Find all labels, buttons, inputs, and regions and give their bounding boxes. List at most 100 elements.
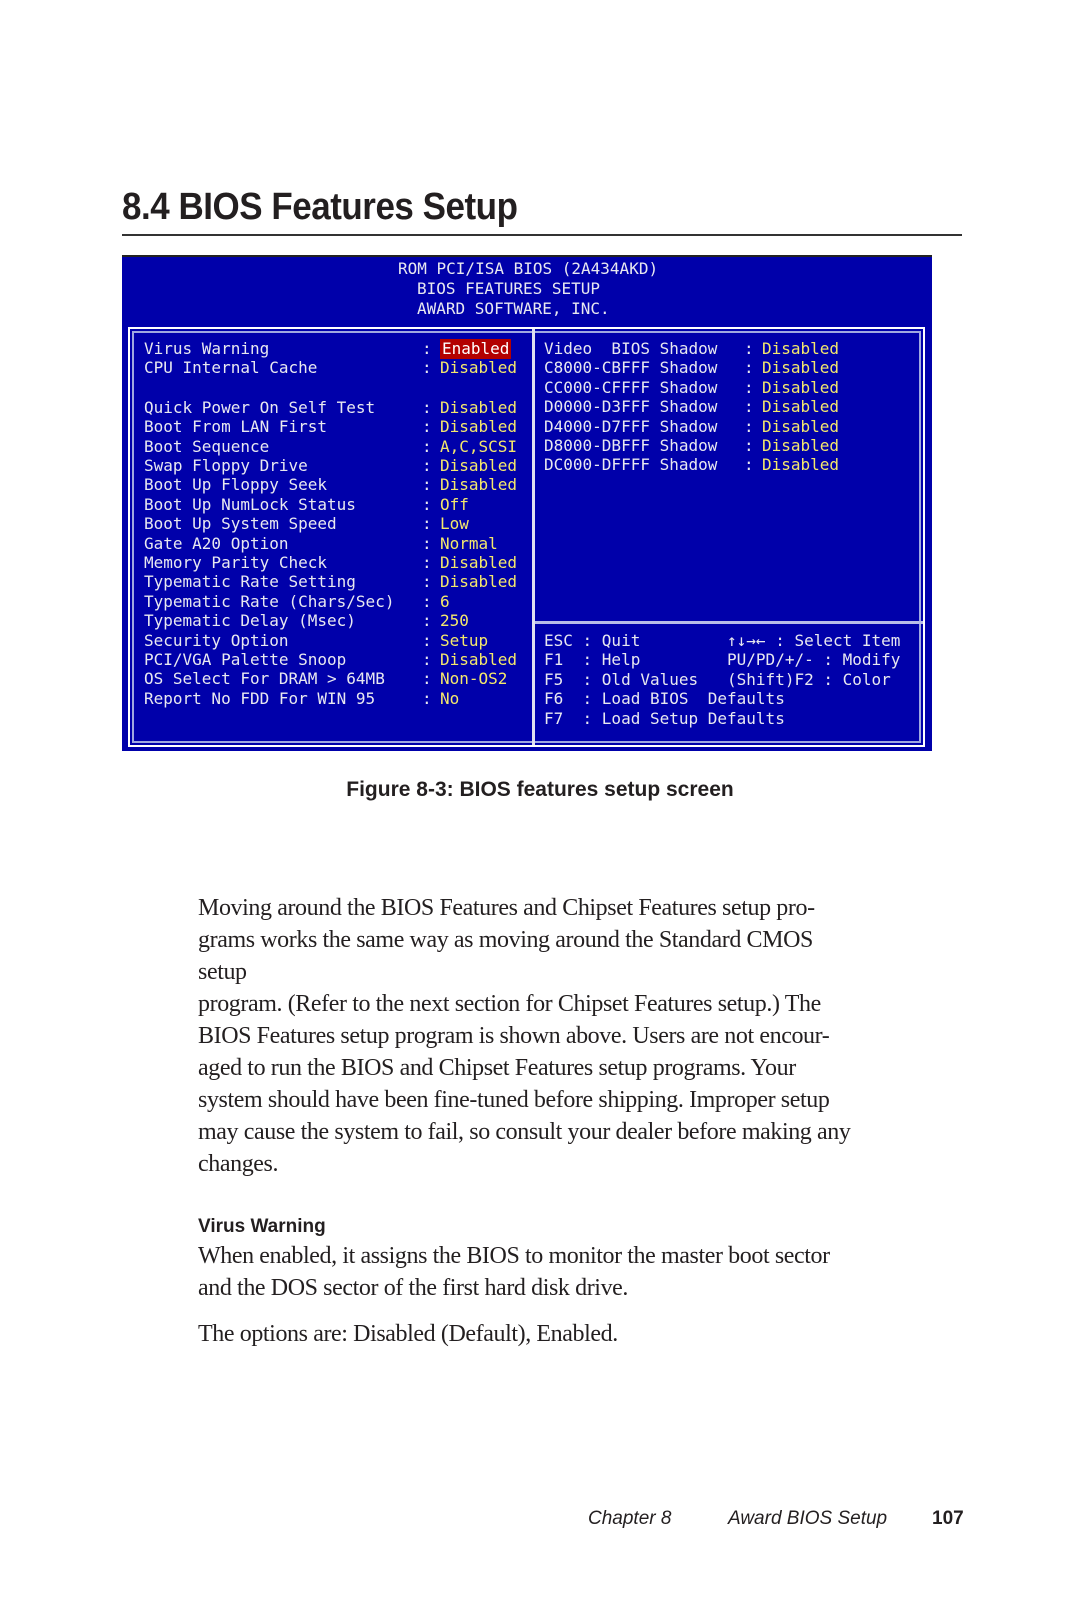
setting-value[interactable]: A,C,SCSI [440, 437, 517, 457]
setting-label: Boot From LAN First [144, 417, 328, 437]
setting-label: Typematic Delay (Msec) [144, 611, 356, 631]
setting-separator: : [422, 436, 432, 456]
setting-label: Swap Floppy Drive [144, 456, 308, 475]
help-key-row: F6 : Load BIOS Defaults [544, 689, 785, 709]
paragraph-line: BIOS Features setup program is shown abo… [198, 1023, 830, 1049]
setting-label: Typematic Rate Setting [144, 572, 356, 592]
setting-value[interactable]: 250 [440, 611, 469, 631]
setting-separator: : [744, 358, 754, 378]
setting-value[interactable]: No [440, 689, 459, 709]
footer-section: Award BIOS Setup [728, 1508, 888, 1529]
setting-label: Boot Sequence [144, 436, 270, 456]
setting-label: D4000-D7FFF Shadow [544, 416, 718, 436]
setting-value[interactable]: Disabled [440, 572, 517, 592]
body-paragraph-1: Moving around the BIOS Features and Chip… [198, 892, 958, 1180]
setting-value[interactable]: Disabled [762, 436, 839, 456]
setting-value[interactable]: Non-OS2 [440, 669, 507, 689]
setting-label: Security Option [144, 630, 289, 650]
setting-value[interactable]: 6 [440, 592, 450, 612]
paragraph-line: may cause the system to fail, so consult… [198, 1119, 851, 1145]
setting-separator: : [422, 358, 432, 378]
setting-value[interactable]: Off [440, 495, 469, 515]
setting-label: Quick Power On Self Test [144, 397, 376, 417]
bios-frame: Virus Warning: Enabled CPU Internal Cache:… [128, 327, 925, 747]
setting-value-selected[interactable]: Enabled [440, 339, 512, 359]
paragraph-line: system should have been fine-tuned befor… [198, 1087, 830, 1113]
setting-value[interactable]: Disabled [440, 358, 517, 378]
setting-label: OS Select For DRAM > 64MB [144, 669, 385, 689]
setting-separator: : [422, 397, 432, 417]
setting-separator: : [422, 456, 432, 475]
setting-separator: : [744, 377, 754, 397]
footer-chapter: Chapter 8 [588, 1508, 672, 1529]
setting-separator: : [422, 494, 432, 514]
setting-value[interactable]: Disabled [762, 397, 839, 417]
setting-label: PCI/VGA Palette Snoop [144, 650, 347, 669]
paragraph-line: When enabled, it assigns the BIOS to mon… [198, 1243, 830, 1269]
setting-label: Virus Warning [144, 339, 270, 358]
setting-value[interactable]: Disabled [440, 417, 517, 437]
column-divider [532, 329, 535, 745]
setting-label: DC000-DFFFF Shadow [544, 455, 718, 475]
setting-value[interactable]: Disabled [762, 417, 839, 437]
setting-label: Report No FDD For WIN 95 [144, 688, 376, 708]
setting-value[interactable]: Disabled [762, 455, 839, 475]
help-divider [535, 621, 923, 624]
paragraph-line: aged to run the BIOS and Chipset Feature… [198, 1055, 796, 1081]
paragraph-line: grams works the same way as moving aroun… [198, 927, 813, 953]
setting-separator: : [744, 455, 754, 475]
setting-separator: : [422, 669, 432, 689]
setting-separator: : [422, 650, 432, 669]
setting-value[interactable]: Disabled [762, 358, 839, 378]
help-key-row: F5 : Old Values (Shift)F2 : Color [544, 669, 891, 689]
setting-value[interactable]: Disabled [440, 398, 517, 418]
setting-value[interactable]: Low [440, 514, 469, 534]
body-paragraph-3: The options are: Disabled (Default), Ena… [198, 1318, 958, 1350]
setting-value[interactable]: Disabled [762, 378, 839, 398]
setting-label: Typematic Rate (Chars/Sec) [144, 591, 395, 611]
setting-separator: : [744, 436, 754, 455]
section-title: 8.4 BIOS Features Setup [122, 186, 518, 228]
paragraph-line: and the DOS sector of the first hard dis… [198, 1275, 629, 1301]
setting-separator: : [422, 475, 432, 495]
setting-separator: : [422, 533, 432, 553]
title-rule [122, 234, 962, 236]
figure-caption: Figure 8-3: BIOS features setup screen [346, 778, 734, 801]
setting-value[interactable]: Normal [440, 534, 498, 554]
setting-separator: : [422, 688, 432, 708]
paragraph-line: Moving around the BIOS Features and Chip… [198, 895, 815, 921]
bios-header-line-3: AWARD SOFTWARE, INC. [417, 299, 610, 318]
setting-value[interactable]: Disabled [440, 456, 517, 476]
setting-label: Memory Parity Check [144, 553, 328, 572]
setting-label: D8000-DBFFF Shadow [544, 436, 718, 455]
setting-separator: : [422, 630, 432, 650]
bios-header-line-1: ROM PCI/ISA BIOS (2A434AKD) [398, 259, 659, 278]
setting-value[interactable]: Disabled [762, 339, 839, 359]
setting-label: Video BIOS Shadow [544, 339, 718, 358]
setting-label: CC000-CFFFF Shadow [544, 377, 718, 397]
setting-label: Boot Up NumLock Status [144, 494, 356, 514]
setting-label: C8000-CBFFF Shadow [544, 358, 718, 378]
setting-separator: : [422, 611, 432, 631]
setting-label: CPU Internal Cache [144, 358, 318, 378]
help-key-row: F7 : Load Setup Defaults [544, 708, 785, 728]
paragraph-line: The options are: Disabled (Default), Ena… [198, 1321, 618, 1347]
setting-value[interactable]: Setup [440, 631, 488, 651]
help-key-row: F1 : Help PU/PD/+/- : Modify [544, 650, 901, 670]
setting-separator: : [744, 339, 754, 358]
setting-separator: : [422, 417, 432, 437]
paragraph-line: changes. [198, 1151, 279, 1177]
setting-label: Gate A20 Option [144, 533, 289, 553]
bios-header-line-2: BIOS FEATURES SETUP [417, 279, 601, 298]
setting-label: Boot Up Floppy Seek [144, 475, 328, 495]
body-paragraph-2: When enabled, it assigns the BIOS to mon… [198, 1240, 958, 1304]
setting-separator: : [422, 572, 432, 592]
setting-value[interactable]: Disabled [440, 650, 517, 670]
setting-separator: : [744, 397, 754, 417]
setting-value[interactable]: Disabled [440, 475, 517, 495]
setting-label: D0000-D3FFF Shadow [544, 397, 718, 417]
page-number: 107 [932, 1508, 964, 1529]
setting-separator: : [422, 339, 432, 358]
setting-separator: : [422, 514, 432, 534]
setting-value[interactable]: Disabled [440, 553, 517, 573]
